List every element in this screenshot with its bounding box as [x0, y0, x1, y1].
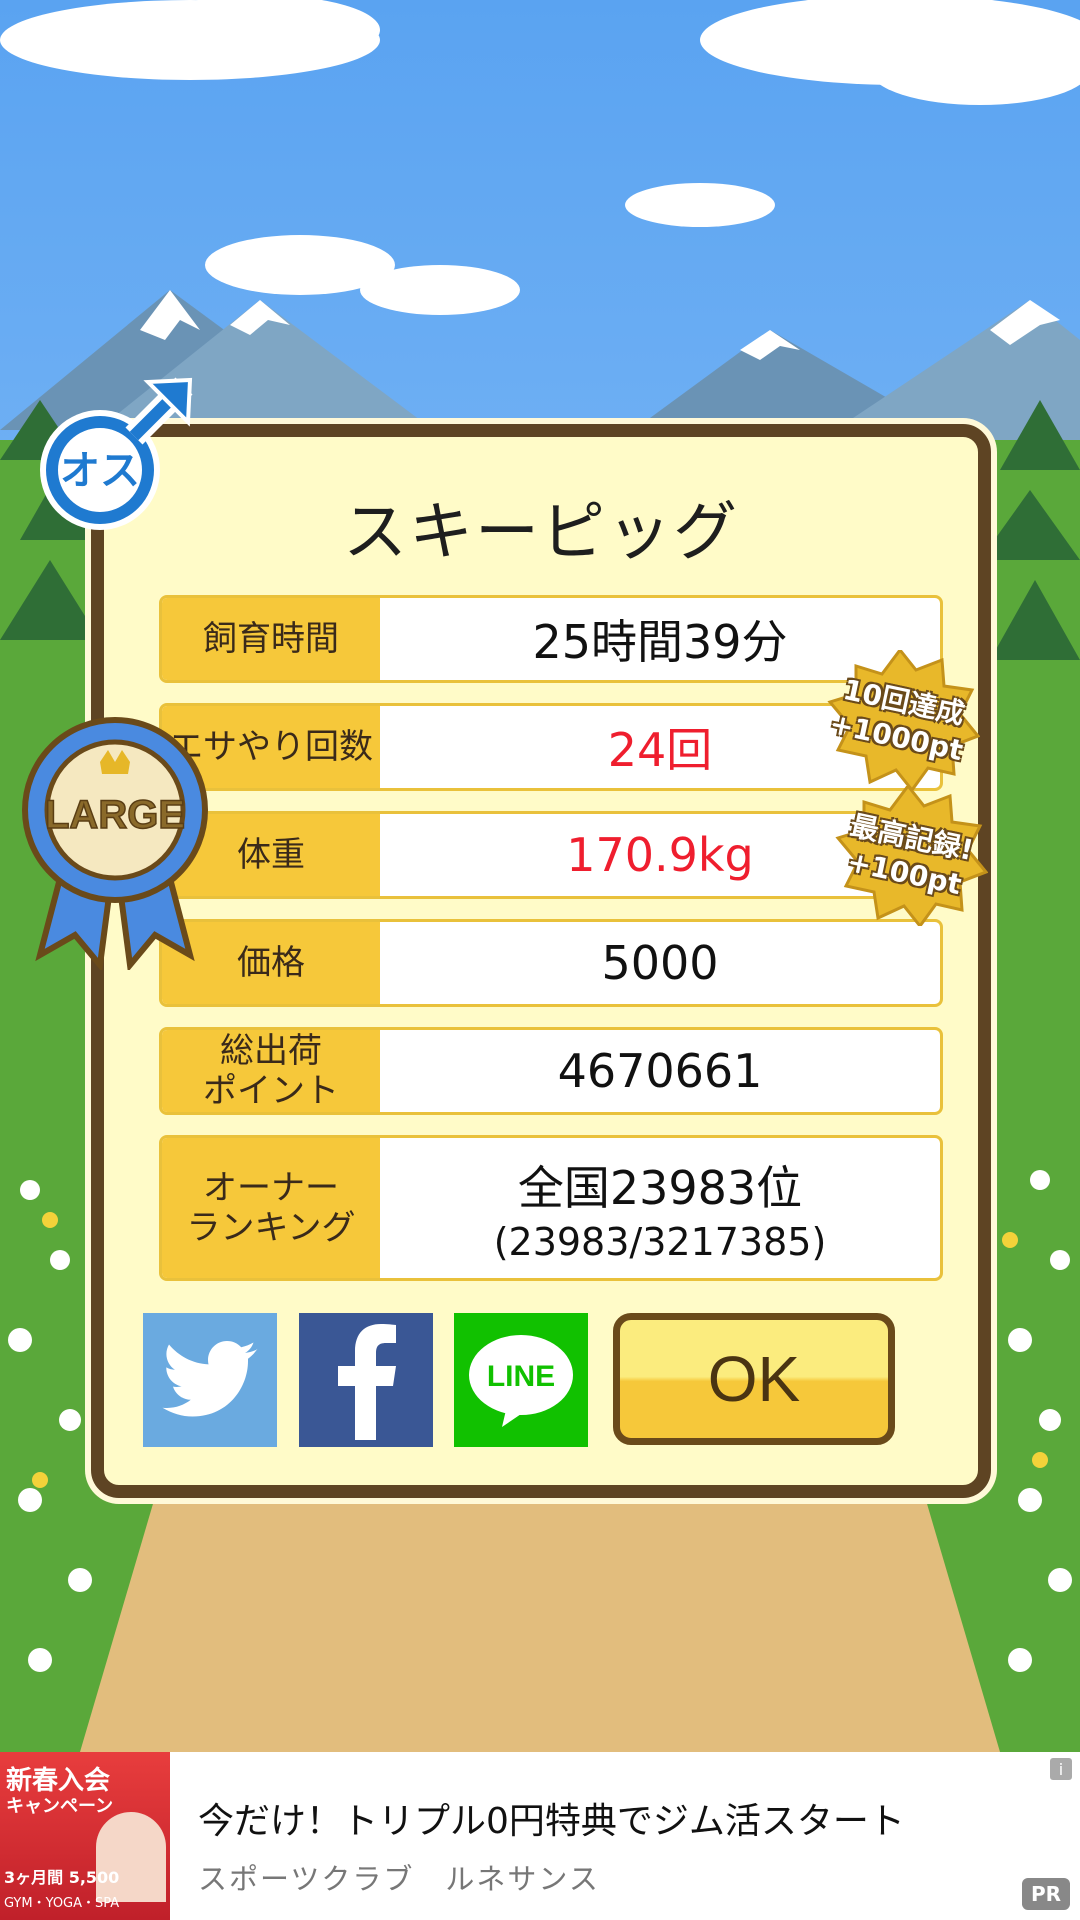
stat-row-shipping-points: 総出荷 ポイント 4670661	[159, 1027, 943, 1115]
dialog-title: スキーピッグ	[343, 496, 739, 570]
stat-value: 4670661	[557, 1044, 763, 1098]
ad-info-icon[interactable]: i	[1050, 1758, 1072, 1780]
ad-image[interactable]: 新春入会 キャンペーン 3ヶ月間 5,500 GYM・YOGA・SPA	[0, 1752, 170, 1920]
ad-image-person	[96, 1812, 166, 1902]
bonus-badge-record: 最高記録! +100pt	[828, 783, 989, 929]
ok-button[interactable]: OK	[613, 1313, 895, 1445]
ribbon-label: LARGE	[45, 793, 185, 837]
ad-banner[interactable]: 新春入会 キャンペーン 3ヶ月間 5,500 GYM・YOGA・SPA i 今だ…	[0, 1752, 1080, 1920]
ad-pr-badge: PR	[1022, 1878, 1070, 1910]
pig-result-dialog: スキーピッグ 飼育時間 25時間39分 エサやり回数 24回 体重 170.9k…	[91, 424, 991, 1498]
ad-image-price: 3ヶ月間 5,500	[4, 1868, 120, 1887]
male-badge: オス	[36, 374, 196, 534]
bonus-badge-10-feedings: 10回達成 +1000pt	[820, 647, 981, 793]
stat-value: 全国23983位 (23983/3217385)	[380, 1138, 940, 1278]
ranking-position: 全国23983位	[517, 1161, 803, 1215]
stat-value: 5000	[601, 936, 719, 990]
line-logo-text: LINE	[487, 1360, 555, 1393]
large-size-ribbon: LARGE	[20, 710, 210, 973]
stat-row-price: 価格 5000	[159, 919, 943, 1007]
stat-row-owner-ranking: オーナー ランキング 全国23983位 (23983/3217385)	[159, 1135, 943, 1281]
facebook-icon	[338, 1324, 396, 1440]
ad-title[interactable]: 今だけ！トリプル0円特典でジム活スタート	[198, 1792, 905, 1844]
ad-sponsor: スポーツクラブ ルネサンス	[198, 1862, 600, 1896]
gender-label: オス	[60, 448, 140, 494]
stat-label: オーナー ランキング	[162, 1138, 380, 1278]
line-share-button[interactable]: LINE	[454, 1313, 588, 1447]
line-icon: LINE	[469, 1335, 573, 1427]
ribbon-icon: LARGE	[22, 717, 208, 973]
stat-label: 総出荷 ポイント	[162, 1030, 380, 1112]
twitter-icon	[162, 1341, 258, 1417]
ranking-detail: (23983/3217385)	[493, 1220, 827, 1264]
ad-image-footer: GYM・YOGA・SPA	[4, 1896, 120, 1911]
twitter-share-button[interactable]	[143, 1313, 277, 1447]
facebook-share-button[interactable]	[299, 1313, 433, 1447]
stat-label: 飼育時間	[162, 598, 380, 680]
male-symbol-icon: オス	[40, 377, 193, 530]
ad-image-sub: キャンペーン	[6, 1796, 114, 1817]
